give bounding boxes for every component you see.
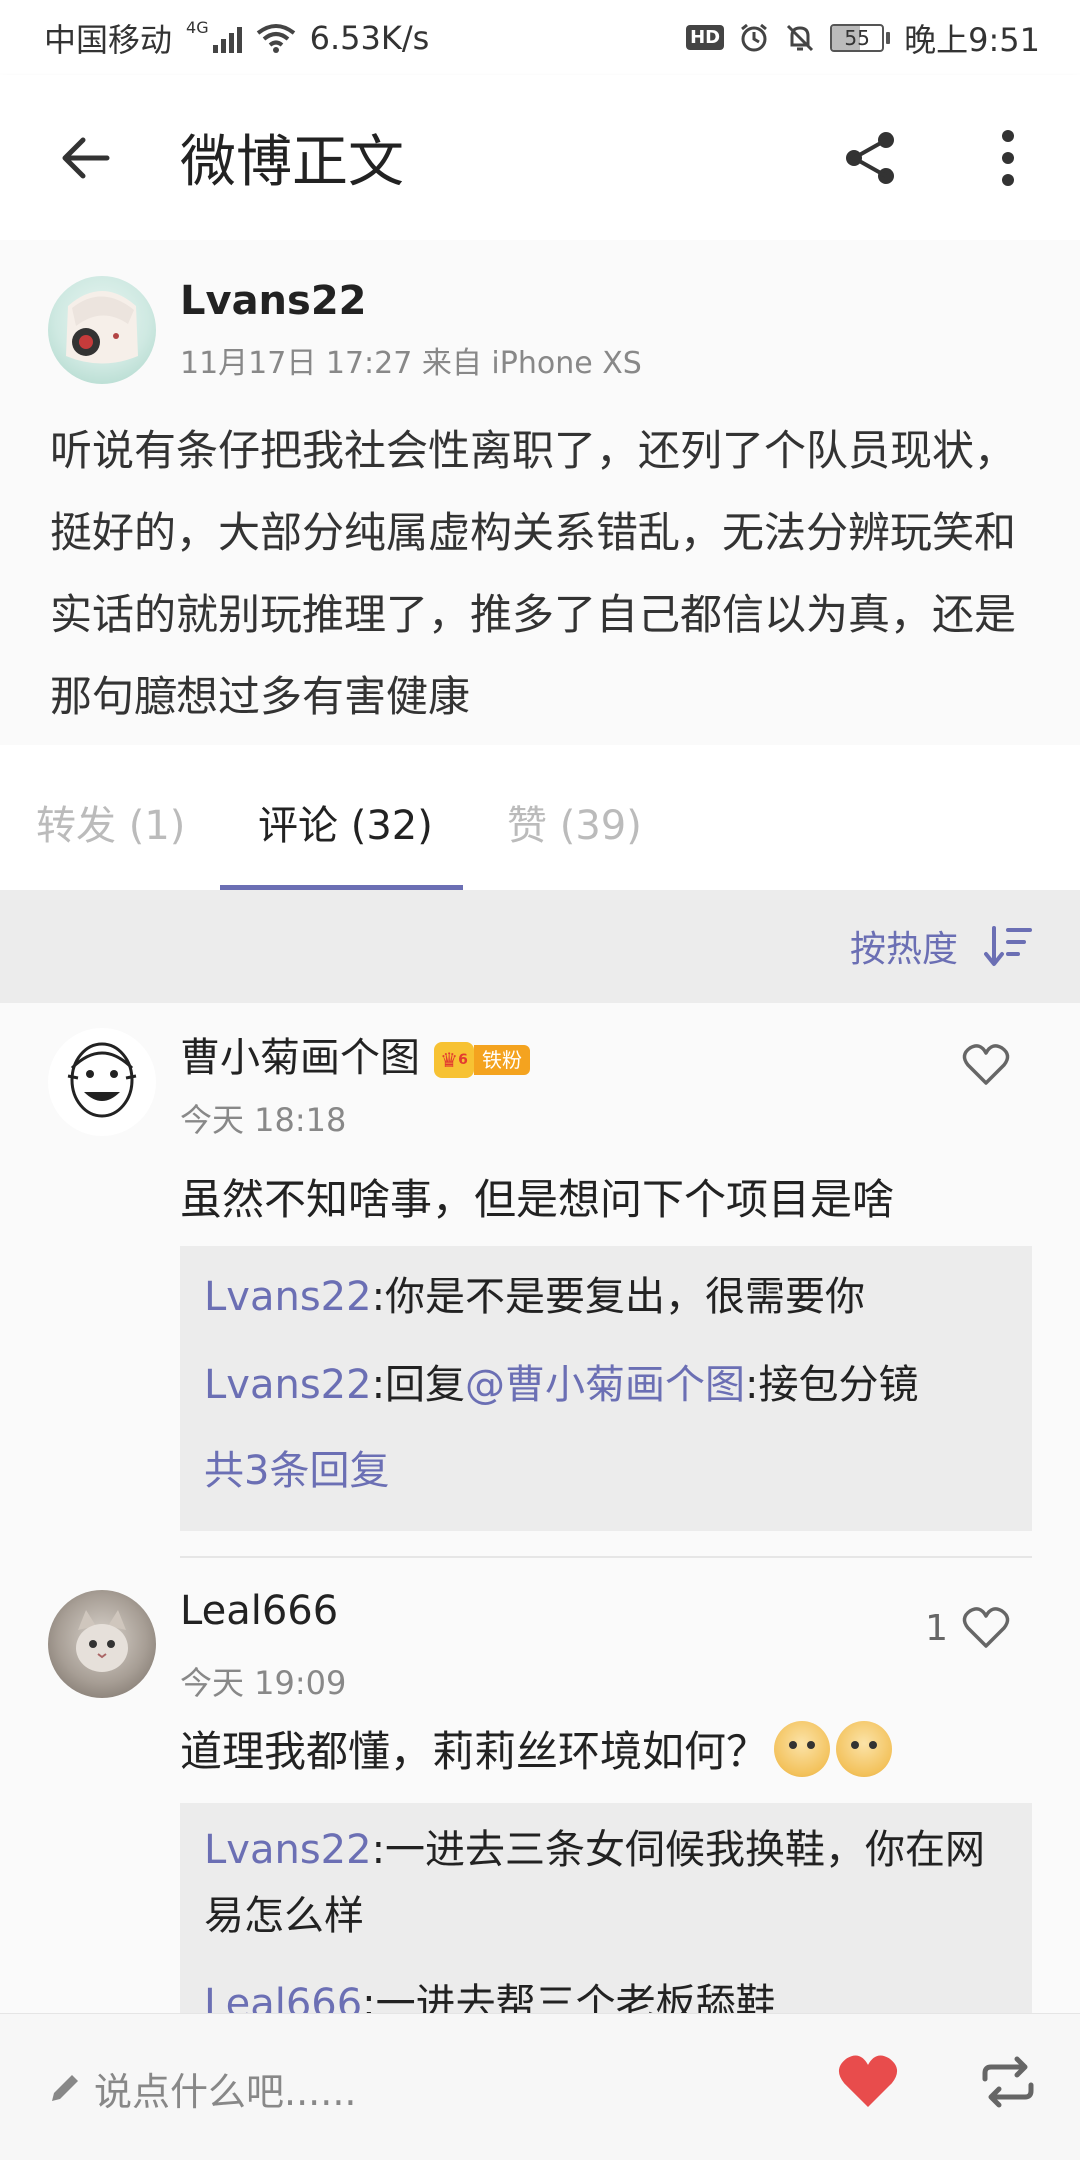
crown-icon: ♛ 6	[434, 1042, 474, 1078]
back-button[interactable]	[40, 113, 130, 203]
comment-list: 曹小菊画个图 ♛ 6 铁粉 今天 18:18 虽然不知啥事，但是想问下个项目是啥 Lv…	[0, 1003, 1080, 2013]
wifi-icon	[256, 23, 295, 53]
reply-line: Lvans22:一进去三条女伺候我换鞋，你在网易怎么样	[204, 1827, 986, 1939]
hd-badge: HD	[686, 25, 725, 50]
commenter-avatar[interactable]	[48, 1590, 156, 1698]
view-all-replies-link[interactable]: 共3条回复	[204, 1438, 1008, 1496]
comment-input[interactable]: 说点什么吧......	[48, 2052, 748, 2124]
reply-user-link[interactable]: Lvans22	[204, 1827, 372, 1873]
reply-line: Lvans22:回复@曹小菊画个图:接包分镜	[204, 1362, 919, 1408]
heart-outline-icon	[962, 1607, 1010, 1648]
post-meta: 11月17日 17:27 来自 iPhone XS	[180, 346, 642, 381]
comment-like-button[interactable]	[948, 1043, 1010, 1087]
battery-icon: 55	[830, 23, 891, 52]
more-options-button[interactable]	[968, 113, 1048, 203]
avatar-illustration-icon	[66, 291, 138, 364]
author-avatar[interactable]	[48, 276, 156, 384]
post-author-name[interactable]: Lvans22	[180, 278, 367, 324]
tab-reposts[interactable]: 转发 (1)	[36, 793, 185, 851]
bottom-action-bar: 说点什么吧......	[0, 2013, 1080, 2160]
post-tabs: 转发 (1) 评论 (32) 赞 (39)	[0, 745, 1080, 890]
comment-text: 道理我都懂，莉莉丝环境如何？	[180, 1718, 893, 1779]
reply-user-link[interactable]: Leal666	[204, 1981, 362, 2013]
reply-line: Leal666:一进去帮三个老板舔鞋	[204, 1971, 1008, 2013]
arrow-left-icon	[62, 137, 110, 178]
cartoon-face-icon	[67, 1042, 137, 1118]
heart-outline-icon	[962, 1044, 1010, 1085]
commenter-name[interactable]: 曹小菊画个图 ♛ 6 铁粉	[180, 1025, 530, 1083]
mention-link[interactable]: @曹小菊画个图	[465, 1362, 745, 1408]
tab-likes[interactable]: 赞 (39)	[507, 793, 642, 851]
reply-line: Lvans22:你是不是要复出，很需要你	[204, 1274, 866, 1320]
sort-by-popularity-button[interactable]: 按热度	[850, 920, 1032, 972]
status-left: 中国移动 4G 6.53K/s	[44, 15, 429, 61]
battery-level: 55	[844, 25, 870, 50]
status-right: HD 55 晚上9:51	[686, 15, 1040, 61]
like-post-button[interactable]	[828, 2042, 908, 2122]
repost-button[interactable]	[968, 2042, 1048, 2122]
comment-input-placeholder: 说点什么吧......	[94, 2069, 357, 2114]
alarm-icon	[741, 23, 768, 51]
heart-filled-icon	[838, 2055, 898, 2108]
post-body: 听说有条仔把我社会性离职了，还列了个队员现状，挺好的，大部分纯属虚构关系错乱，无…	[50, 426, 1017, 721]
comment-text: 虽然不知啥事，但是想问下个项目是啥	[180, 1175, 895, 1224]
pencil-icon	[52, 2075, 78, 2101]
comment-time: 今天 18:18	[180, 1101, 347, 1139]
reply-box: Lvans22:一进去三条女伺候我换鞋，你在网易怎么样 Leal666:一进去帮…	[180, 1803, 1032, 2013]
comment-time: 今天 19:09	[180, 1664, 347, 1702]
more-vertical-icon	[1002, 130, 1014, 186]
repost-icon	[982, 2056, 1034, 2108]
comment-like-button[interactable]: 1	[925, 1606, 1010, 1650]
carrier-name: 中国移动	[44, 20, 173, 59]
reply-user-link[interactable]: Lvans22	[204, 1274, 372, 1320]
share-button[interactable]	[825, 113, 915, 203]
like-count: 1	[925, 1607, 948, 1649]
app-bar: 微博正文	[0, 75, 1080, 240]
clock: 晚上9:51	[904, 20, 1040, 59]
kitten-photo-icon	[76, 1610, 128, 1672]
sort-bar: 按热度	[0, 890, 1080, 1003]
reply-user-link[interactable]: Lvans22	[204, 1362, 372, 1408]
reply-box: Lvans22:你是不是要复出，很需要你 Lvans22:回复@曹小菊画个图:接…	[180, 1246, 1032, 1531]
sort-icon	[984, 926, 1032, 966]
commenter-avatar[interactable]	[48, 1028, 156, 1136]
page-title: 微博正文	[180, 130, 404, 195]
commenter-name[interactable]: Leal666	[180, 1588, 338, 1634]
network-speed: 6.53K/s	[309, 18, 430, 57]
fan-badge: ♛ 6 铁粉	[434, 1042, 530, 1078]
network-type: 4G	[186, 18, 209, 37]
mute-bell-icon	[787, 24, 814, 51]
doge-emoji-icon	[836, 1720, 893, 1777]
weibo-post: Lvans22 11月17日 17:27 来自 iPhone XS 听说有条仔把…	[0, 240, 1080, 745]
signal-icon	[212, 23, 242, 53]
comment-divider	[180, 1556, 1032, 1558]
tab-comments[interactable]: 评论 (32)	[258, 793, 433, 851]
sort-label: 按热度	[849, 929, 958, 970]
share-icon	[846, 132, 894, 184]
doge-emoji-icon	[774, 1720, 831, 1777]
status-bar: 中国移动 4G 6.53K/s HD 55 晚上9:51	[0, 0, 1080, 75]
